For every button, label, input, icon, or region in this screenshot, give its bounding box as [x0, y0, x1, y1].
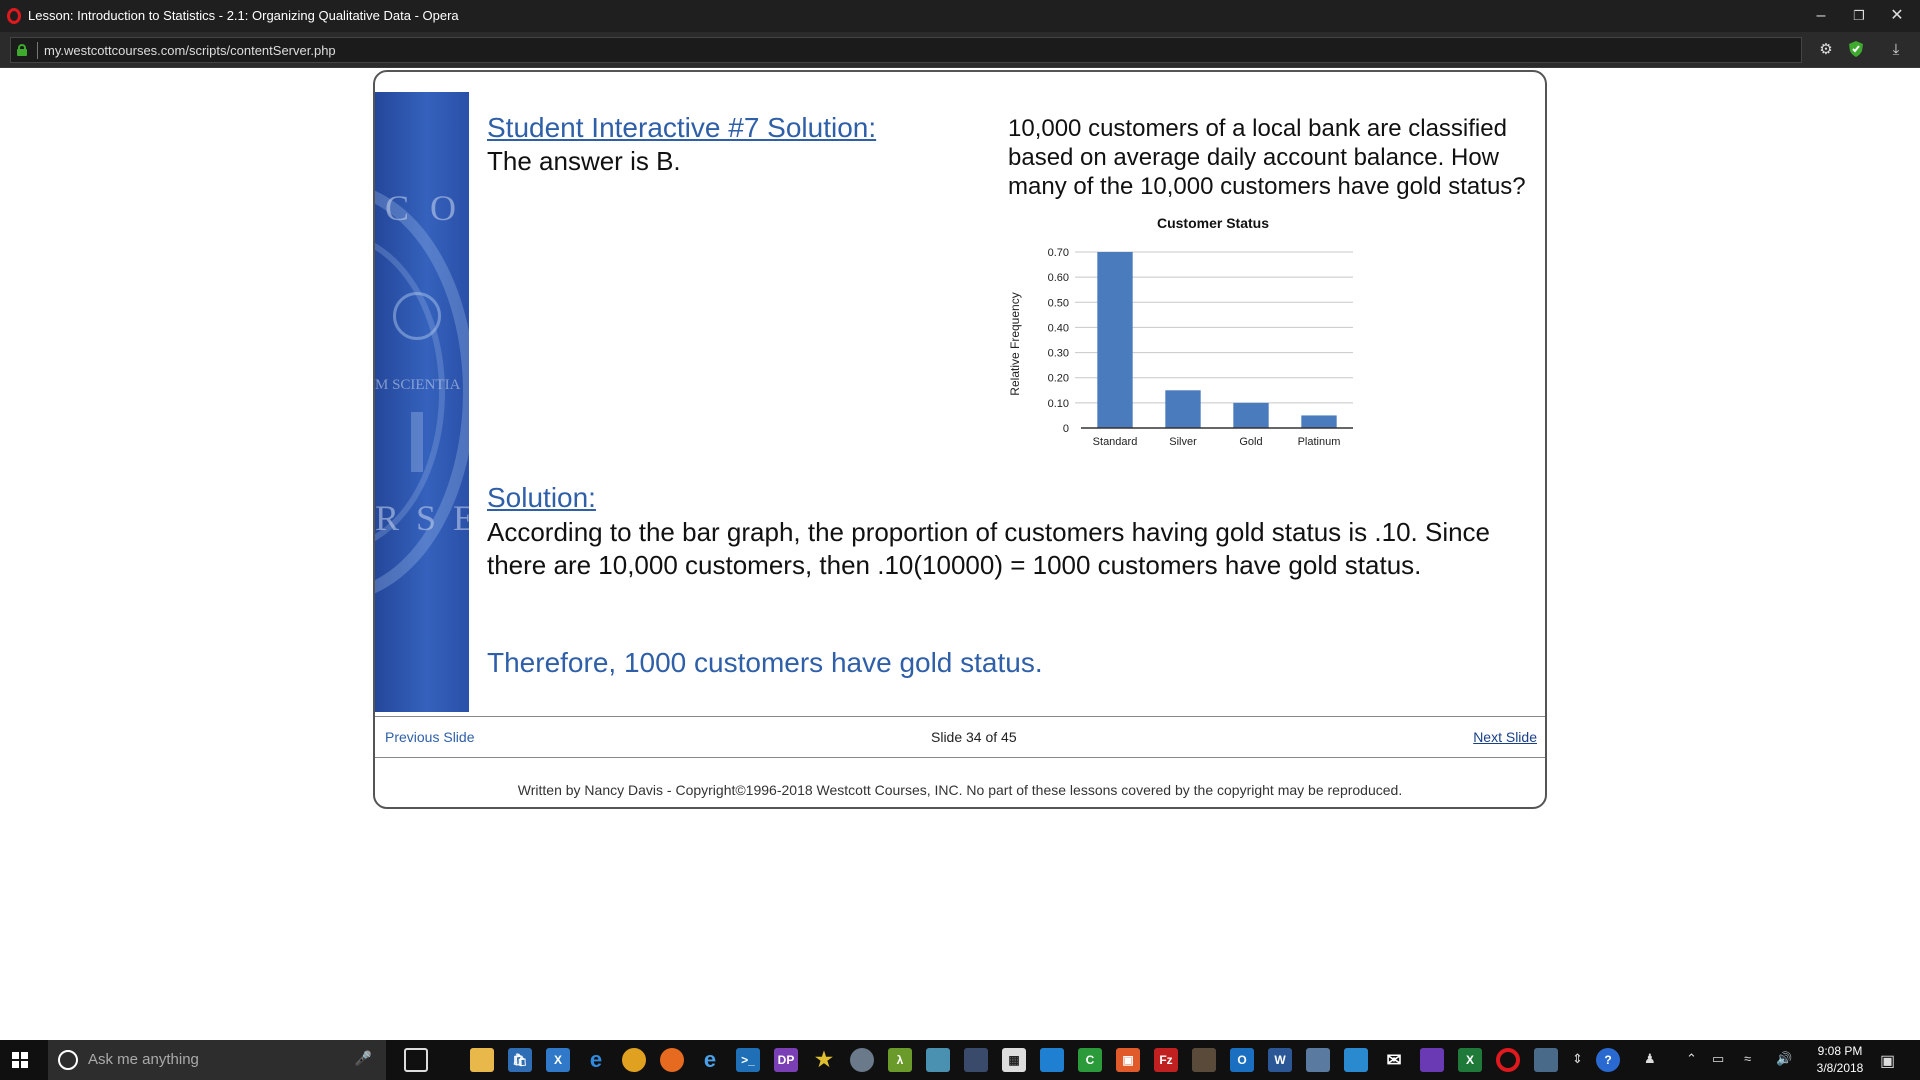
chart-ytick-label: 0 [1063, 423, 1069, 435]
address-bar: my.westcottcourses.com/scripts/contentSe… [0, 32, 1920, 68]
word-icon[interactable]: W [1268, 1048, 1292, 1072]
seal-text-bottom: R S E S [375, 498, 469, 538]
people-icon[interactable]: ♟ [1644, 1051, 1656, 1067]
chart-bar-standard [1097, 252, 1133, 428]
taskbar-search[interactable]: Ask me anything 🎤 [48, 1040, 386, 1080]
file-explorer-icon[interactable] [470, 1048, 494, 1072]
windows-start-icon[interactable] [12, 1052, 28, 1068]
minimize-icon[interactable]: – [1808, 4, 1834, 28]
question-text: 10,000 customers of a local bank are cla… [1008, 115, 1526, 200]
adblock-shield-icon[interactable] [1846, 40, 1866, 60]
tray-scroll-icon[interactable]: ⇕ [1572, 1051, 1583, 1067]
store-icon[interactable]: 🛍 [508, 1048, 532, 1072]
c-app-icon[interactable]: C [1078, 1048, 1102, 1072]
globe-icon [393, 292, 441, 340]
lock-icon [17, 44, 27, 56]
bar-chart: Customer Status Relative Frequency 0 0.10… [1008, 215, 1353, 448]
network-app-icon[interactable] [1306, 1048, 1330, 1072]
chart-ytick-label: 0.40 [1048, 322, 1069, 334]
chart-bar-platinum [1301, 415, 1337, 428]
chart-ylabel: Relative Frequency [1008, 292, 1022, 395]
internet-explorer-icon[interactable]: e [698, 1048, 722, 1072]
mail-icon[interactable]: ✉ [1382, 1048, 1406, 1072]
star-app-icon[interactable]: ★ [812, 1048, 836, 1072]
chart-xtick-label: Silver [1169, 436, 1197, 448]
chart-ytick-label: 0.20 [1048, 373, 1069, 385]
settings-gear-icon[interactable]: ⚙ [1816, 40, 1836, 60]
taskbar: Ask me anything 🎤 🛍 X e e >_ DP ★ λ ▦ C … [0, 1040, 1920, 1080]
side-banner: C O M SCIENTIA R S E S [375, 92, 469, 712]
restore-icon[interactable]: ❐ [1846, 4, 1872, 28]
solution-heading-link[interactable]: Student Interactive #7 Solution: [487, 112, 876, 144]
show-hidden-icons[interactable]: ⌃ [1686, 1051, 1697, 1067]
url-field[interactable]: my.westcottcourses.com/scripts/contentSe… [10, 37, 1802, 63]
solution-title-link[interactable]: Solution: [487, 482, 596, 514]
powershell-icon[interactable]: >_ [736, 1048, 760, 1072]
slide-nav: Previous Slide Slide 34 of 45 Next Slide [375, 716, 1545, 758]
solution-body: According to the bar graph, the proporti… [487, 517, 1491, 580]
orange-app-icon[interactable]: ▣ [1116, 1048, 1140, 1072]
visual-studio-icon[interactable] [1420, 1048, 1444, 1072]
scratch-app-icon[interactable] [964, 1048, 988, 1072]
opera-logo-icon [7, 8, 21, 24]
chart-ytick-label: 0.30 [1048, 348, 1069, 360]
volume-icon[interactable]: 🔊 [1776, 1051, 1792, 1067]
help-icon[interactable]: ? [1596, 1048, 1620, 1072]
filezilla-icon[interactable]: Fz [1154, 1048, 1178, 1072]
next-slide-link[interactable]: Next Slide [1473, 729, 1537, 745]
chart-ytick-label: 0.10 [1048, 398, 1069, 410]
search-placeholder[interactable]: Ask me anything [88, 1051, 199, 1068]
lambda-app-icon[interactable]: λ [888, 1048, 912, 1072]
chart-xtick-label: Gold [1239, 436, 1262, 448]
chart-ytick-label: 0.70 [1048, 247, 1069, 259]
slide-counter: Slide 34 of 45 [931, 729, 1017, 745]
taskbar-clock[interactable]: 9:08 PM 3/8/2018 [1810, 1043, 1870, 1077]
clock-date: 3/8/2018 [1816, 1061, 1864, 1075]
desktop-app-icon[interactable] [1534, 1048, 1558, 1072]
action-center-icon[interactable]: ▣ [1880, 1051, 1895, 1071]
download-icon[interactable]: ⤓ [1886, 40, 1906, 60]
chart-title: Customer Status [1157, 215, 1269, 231]
close-icon[interactable]: ✕ [1884, 4, 1910, 28]
paper-app-icon[interactable] [926, 1048, 950, 1072]
previous-slide-link[interactable]: Previous Slide [385, 729, 475, 745]
firefox-icon[interactable] [660, 1048, 684, 1072]
url-text[interactable]: my.westcottcourses.com/scripts/contentSe… [44, 43, 336, 58]
chart-ytick-label: 0.60 [1048, 272, 1069, 284]
microphone-icon[interactable]: 🎤 [355, 1050, 372, 1067]
seal-text-top: C O [385, 188, 463, 228]
clock-time: 9:08 PM [1817, 1044, 1863, 1058]
terminal-app-icon[interactable] [1192, 1048, 1216, 1072]
chart-ytick-label: 0.50 [1048, 297, 1069, 309]
chart-bar-silver [1165, 390, 1201, 428]
calculator-icon[interactable]: ▦ [1002, 1048, 1026, 1072]
conclusion-text: Therefore, 1000 customers have gold stat… [487, 647, 1043, 678]
torch-icon [411, 412, 423, 472]
opera-taskbar-icon[interactable] [1496, 1048, 1520, 1072]
chart-xtick-label: Platinum [1298, 436, 1341, 448]
chart-bar-gold [1233, 402, 1269, 428]
xmind-icon[interactable]: X [546, 1048, 570, 1072]
chrome-icon[interactable] [622, 1048, 646, 1072]
seal-text-middle: M SCIENTIA [375, 377, 461, 393]
lesson-card: C O M SCIENTIA R S E S Student Interacti… [373, 70, 1547, 809]
remote-desktop-icon[interactable] [1344, 1048, 1368, 1072]
answer-text: The answer is B. [487, 146, 681, 176]
battery-icon[interactable]: ▭ [1712, 1051, 1724, 1067]
cortana-icon[interactable] [58, 1050, 78, 1070]
wifi-icon[interactable]: ≈ [1744, 1051, 1751, 1066]
task-view-icon[interactable] [404, 1048, 428, 1072]
copyright-footer: Written by Nancy Davis - Copyright©1996-… [517, 782, 1403, 798]
window-titlebar: Lesson: Introduction to Statistics - 2.1… [0, 0, 1920, 32]
outlook-icon[interactable]: O [1230, 1048, 1254, 1072]
excel-icon[interactable]: X [1458, 1048, 1482, 1072]
chart-xtick-label: Standard [1093, 436, 1138, 448]
edge-icon[interactable]: e [584, 1048, 608, 1072]
window-title: Lesson: Introduction to Statistics - 2.1… [28, 8, 459, 23]
globe-app-icon[interactable] [850, 1048, 874, 1072]
dp-app-icon[interactable]: DP [774, 1048, 798, 1072]
blue-app-icon[interactable] [1040, 1048, 1064, 1072]
